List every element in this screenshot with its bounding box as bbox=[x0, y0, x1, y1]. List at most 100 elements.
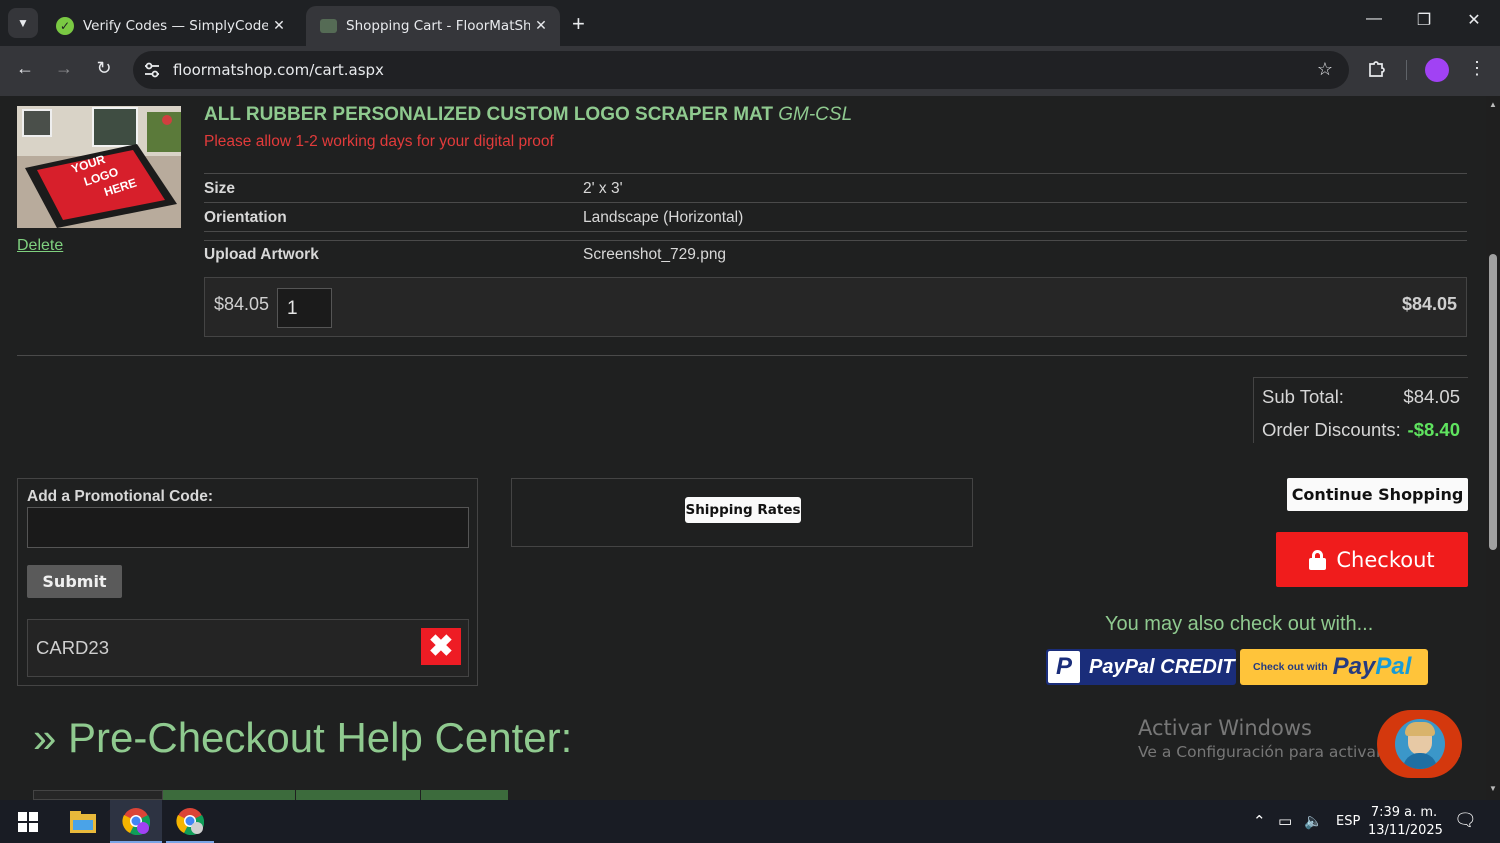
checkout-button[interactable]: Checkout bbox=[1276, 532, 1468, 587]
product-photo: YOUR LOGO HERE bbox=[17, 106, 181, 228]
scroll-up-icon[interactable]: ▲ bbox=[1489, 100, 1497, 109]
close-tab-icon[interactable]: ✕ bbox=[268, 18, 290, 34]
continue-shopping-button[interactable]: Continue Shopping bbox=[1287, 478, 1468, 511]
help-tab[interactable] bbox=[296, 790, 420, 800]
system-clock[interactable]: 7:39 a. m. 13/11/2025 bbox=[1368, 804, 1443, 840]
help-tab[interactable] bbox=[33, 790, 163, 800]
subtotal-value: $84.05 bbox=[1403, 386, 1460, 407]
bookmark-star-icon[interactable]: ☆ bbox=[1317, 59, 1333, 80]
address-bar[interactable]: floormatshop.com/cart.aspx ☆ bbox=[133, 51, 1349, 89]
new-tab-plus-icon[interactable]: + bbox=[572, 11, 585, 37]
paypal-checkout-button[interactable]: Check out with Pay Pal bbox=[1240, 649, 1428, 685]
checkout-label: Checkout bbox=[1336, 547, 1435, 572]
back-arrow-icon[interactable]: ← bbox=[12, 58, 38, 79]
tab-title: Verify Codes — SimplyCodes bbox=[83, 18, 268, 34]
line-total: $84.05 bbox=[1401, 294, 1457, 314]
simplycodes-favicon-icon: ✓ bbox=[56, 17, 74, 35]
url-text: floormatshop.com/cart.aspx bbox=[173, 61, 384, 79]
start-windows-icon[interactable] bbox=[0, 800, 55, 843]
option-value-size: 2' x 3' bbox=[583, 180, 623, 197]
product-title[interactable]: ALL RUBBER PERSONALIZED CUSTOM LOGO SCRA… bbox=[204, 104, 852, 126]
paypal-small-label: Check out with bbox=[1253, 661, 1328, 673]
close-x-icon: ✖ bbox=[428, 630, 454, 663]
option-label-artwork: Upload Artwork bbox=[204, 246, 319, 263]
divider bbox=[204, 231, 1467, 232]
applied-promo-code: CARD23 ✖ bbox=[27, 619, 469, 677]
divider bbox=[204, 240, 1467, 241]
delete-item-link[interactable]: Delete bbox=[17, 237, 63, 255]
order-totals: Sub Total: $84.05 Order Discounts: -$8.4… bbox=[1253, 377, 1468, 443]
alt-checkout-heading: You may also check out with... bbox=[1105, 613, 1374, 635]
quantity-input[interactable]: 1 bbox=[277, 288, 332, 328]
help-tab[interactable] bbox=[163, 790, 295, 800]
tab-simplycodes[interactable]: ✓ Verify Codes — SimplyCodes ✕ bbox=[42, 6, 298, 46]
page-scrollbar[interactable]: ▲ ▼ bbox=[1486, 96, 1500, 800]
tab-floormatshop[interactable]: Shopping Cart - FloorMatShop ✕ bbox=[306, 6, 560, 46]
shipping-panel: Shipping Rates bbox=[511, 478, 973, 547]
floormatshop-favicon-icon bbox=[320, 19, 337, 33]
toolbar-divider bbox=[1406, 60, 1407, 80]
volume-icon[interactable]: 🔈 bbox=[1304, 812, 1323, 830]
network-icon[interactable]: ▭ bbox=[1278, 812, 1292, 830]
divider bbox=[204, 202, 1467, 203]
scroll-down-icon[interactable]: ▼ bbox=[1489, 784, 1497, 793]
discount-label: Order Discounts: bbox=[1262, 419, 1401, 440]
forward-arrow-icon[interactable]: → bbox=[51, 58, 77, 79]
divider bbox=[204, 173, 1467, 174]
browser-toolbar: ← → ↻ floormatshop.com/cart.aspx ☆ ⋮ bbox=[0, 46, 1500, 96]
profile-avatar[interactable] bbox=[1425, 58, 1449, 82]
close-tab-icon[interactable]: ✕ bbox=[530, 18, 552, 34]
live-chat-button[interactable] bbox=[1377, 710, 1462, 778]
promo-code-panel: Add a Promotional Code: Submit CARD23 ✖ bbox=[17, 478, 478, 686]
proof-notice: Please allow 1-2 working days for your d… bbox=[204, 133, 554, 150]
paypal-word-pay: Pay bbox=[1332, 653, 1376, 680]
option-value-artwork: Screenshot_729.png bbox=[583, 246, 727, 263]
divider bbox=[17, 355, 1467, 356]
notifications-icon[interactable]: 🗨 bbox=[1454, 810, 1477, 831]
option-value-orientation: Landscape (Horizontal) bbox=[583, 209, 744, 226]
help-center-title: » Pre-Checkout Help Center: bbox=[33, 714, 573, 761]
paypal-credit-button[interactable]: P PayPal CREDIT bbox=[1046, 649, 1236, 685]
subtotal-label: Sub Total: bbox=[1262, 386, 1344, 407]
minimize-icon[interactable]: — bbox=[1359, 10, 1389, 28]
language-indicator[interactable]: ESP bbox=[1336, 814, 1360, 829]
chevron-down-icon: ▼ bbox=[17, 16, 29, 30]
chrome-taskbar-icon[interactable] bbox=[110, 800, 162, 843]
promo-code-input[interactable] bbox=[27, 507, 469, 548]
scrollbar-thumb[interactable] bbox=[1489, 254, 1497, 550]
product-image[interactable]: YOUR LOGO HERE bbox=[17, 106, 181, 228]
paypal-credit-label: PayPal CREDIT bbox=[1089, 655, 1235, 678]
restore-icon[interactable]: ❐ bbox=[1409, 10, 1439, 30]
applied-code-text: CARD23 bbox=[36, 637, 109, 658]
chrome-profile-taskbar-icon[interactable] bbox=[166, 800, 214, 843]
option-label-orientation: Orientation bbox=[204, 209, 287, 226]
product-title-text: ALL RUBBER PERSONALIZED CUSTOM LOGO SCRA… bbox=[204, 104, 773, 125]
reload-icon[interactable]: ↻ bbox=[91, 58, 117, 79]
line-item-price-row: $84.05 1 $84.05 bbox=[204, 277, 1467, 337]
clock-date: 13/11/2025 bbox=[1368, 823, 1443, 838]
show-hidden-icons-chevron-icon[interactable]: ⌃ bbox=[1253, 812, 1266, 830]
windows-activation-watermark-title: Activar Windows bbox=[1138, 716, 1312, 740]
remove-code-button[interactable]: ✖ bbox=[421, 628, 461, 665]
paypal-word-pal: Pal bbox=[1375, 653, 1412, 680]
option-label-size: Size bbox=[204, 180, 236, 197]
product-sku: GM-CSL bbox=[778, 104, 853, 125]
extensions-puzzle-icon[interactable] bbox=[1367, 58, 1387, 83]
shipping-rates-button[interactable]: Shipping Rates bbox=[685, 497, 801, 523]
site-info-icon[interactable] bbox=[143, 61, 161, 79]
tab-search-button[interactable]: ▼ bbox=[8, 8, 38, 38]
windows-taskbar: ⌃ ▭ 🔈 ESP 7:39 a. m. 13/11/2025 🗨 bbox=[0, 800, 1500, 843]
unit-price: $84.05 bbox=[214, 294, 270, 314]
lock-icon bbox=[1309, 549, 1327, 570]
tab-title: Shopping Cart - FloorMatShop bbox=[346, 18, 530, 34]
chat-agent-avatar bbox=[1394, 719, 1445, 769]
promo-submit-button[interactable]: Submit bbox=[27, 565, 122, 598]
help-tab[interactable] bbox=[421, 790, 508, 800]
more-menu-icon[interactable]: ⋮ bbox=[1468, 58, 1486, 79]
browser-tab-strip: ▼ ✓ Verify Codes — SimplyCodes ✕ Shoppin… bbox=[0, 0, 1500, 46]
clock-time: 7:39 a. m. bbox=[1370, 805, 1438, 820]
file-explorer-icon[interactable] bbox=[58, 800, 108, 843]
close-window-icon[interactable]: ✕ bbox=[1459, 10, 1489, 30]
paypal-p-icon: P bbox=[1048, 651, 1080, 683]
cart-page: YOUR LOGO HERE Delete ALL RUBBER PERSONA… bbox=[0, 96, 1486, 800]
